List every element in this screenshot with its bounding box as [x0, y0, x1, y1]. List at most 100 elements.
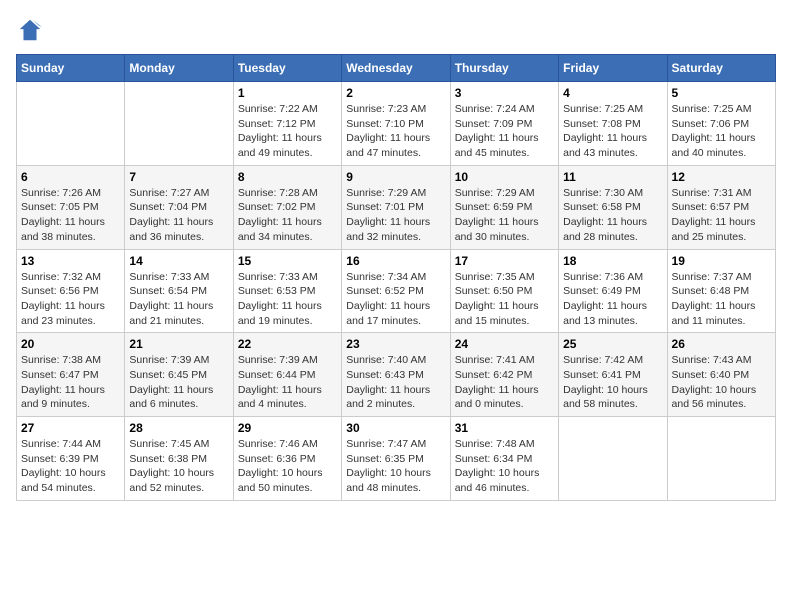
day-number: 25: [563, 337, 662, 351]
day-info: Sunrise: 7:32 AM Sunset: 6:56 PM Dayligh…: [21, 270, 120, 329]
day-info: Sunrise: 7:31 AM Sunset: 6:57 PM Dayligh…: [672, 186, 771, 245]
calendar-cell: 11 Sunrise: 7:30 AM Sunset: 6:58 PM Dayli…: [559, 165, 667, 249]
day-number: 26: [672, 337, 771, 351]
day-number: 11: [563, 170, 662, 184]
calendar-cell: 12 Sunrise: 7:31 AM Sunset: 6:57 PM Dayli…: [667, 165, 775, 249]
calendar-body: 1Sunrise: 7:22 AM Sunset: 7:12 PM Daylig…: [17, 82, 776, 501]
calendar-cell: 18 Sunrise: 7:36 AM Sunset: 6:49 PM Dayli…: [559, 249, 667, 333]
calendar-cell: 19 Sunrise: 7:37 AM Sunset: 6:48 PM Dayli…: [667, 249, 775, 333]
calendar-cell: [125, 82, 233, 166]
day-number: 24: [455, 337, 554, 351]
calendar-cell: 6 Sunrise: 7:26 AM Sunset: 7:05 PM Daylig…: [17, 165, 125, 249]
calendar-cell: 28 Sunrise: 7:45 AM Sunset: 6:38 PM Dayli…: [125, 417, 233, 501]
calendar-cell: 7Sunrise: 7:27 AM Sunset: 7:04 PM Daylig…: [125, 165, 233, 249]
day-number: 28: [129, 421, 228, 435]
calendar-week-5: 27Sunrise: 7:44 AM Sunset: 6:39 PM Dayli…: [17, 417, 776, 501]
day-info: Sunrise: 7:39 AM Sunset: 6:44 PM Dayligh…: [238, 353, 337, 412]
calendar-cell: 5 Sunrise: 7:25 AM Sunset: 7:06 PM Daylig…: [667, 82, 775, 166]
day-number: 5: [672, 86, 771, 100]
calendar-week-4: 20 Sunrise: 7:38 AM Sunset: 6:47 PM Dayli…: [17, 333, 776, 417]
day-info: Sunrise: 7:29 AM Sunset: 6:59 PM Dayligh…: [455, 186, 554, 245]
calendar-cell: 23 Sunrise: 7:40 AM Sunset: 6:43 PM Dayli…: [342, 333, 450, 417]
calendar-cell: 22 Sunrise: 7:39 AM Sunset: 6:44 PM Dayli…: [233, 333, 341, 417]
day-number: 18: [563, 254, 662, 268]
day-info: Sunrise: 7:35 AM Sunset: 6:50 PM Dayligh…: [455, 270, 554, 329]
day-info: Sunrise: 7:48 AM Sunset: 6:34 PM Dayligh…: [455, 437, 554, 496]
day-info: Sunrise: 7:25 AM Sunset: 7:08 PM Dayligh…: [563, 102, 662, 161]
day-number: 8: [238, 170, 337, 184]
calendar-cell: 9Sunrise: 7:29 AM Sunset: 7:01 PM Daylig…: [342, 165, 450, 249]
day-info: Sunrise: 7:45 AM Sunset: 6:38 PM Dayligh…: [129, 437, 228, 496]
day-info: Sunrise: 7:26 AM Sunset: 7:05 PM Dayligh…: [21, 186, 120, 245]
day-info: Sunrise: 7:38 AM Sunset: 6:47 PM Dayligh…: [21, 353, 120, 412]
calendar-cell: 27Sunrise: 7:44 AM Sunset: 6:39 PM Dayli…: [17, 417, 125, 501]
day-number: 17: [455, 254, 554, 268]
day-number: 4: [563, 86, 662, 100]
day-number: 3: [455, 86, 554, 100]
day-info: Sunrise: 7:46 AM Sunset: 6:36 PM Dayligh…: [238, 437, 337, 496]
day-number: 13: [21, 254, 120, 268]
calendar-cell: 4 Sunrise: 7:25 AM Sunset: 7:08 PM Daylig…: [559, 82, 667, 166]
day-info: Sunrise: 7:36 AM Sunset: 6:49 PM Dayligh…: [563, 270, 662, 329]
weekday-thursday: Thursday: [450, 55, 558, 82]
weekday-monday: Monday: [125, 55, 233, 82]
calendar-cell: 3 Sunrise: 7:24 AM Sunset: 7:09 PM Daylig…: [450, 82, 558, 166]
logo: [16, 16, 48, 44]
day-number: 6: [21, 170, 120, 184]
day-info: Sunrise: 7:47 AM Sunset: 6:35 PM Dayligh…: [346, 437, 445, 496]
day-info: Sunrise: 7:30 AM Sunset: 6:58 PM Dayligh…: [563, 186, 662, 245]
calendar-cell: 10Sunrise: 7:29 AM Sunset: 6:59 PM Dayli…: [450, 165, 558, 249]
calendar-cell: 15 Sunrise: 7:33 AM Sunset: 6:53 PM Dayli…: [233, 249, 341, 333]
day-number: 21: [129, 337, 228, 351]
calendar-cell: 20 Sunrise: 7:38 AM Sunset: 6:47 PM Dayli…: [17, 333, 125, 417]
weekday-header-row: SundayMondayTuesdayWednesdayThursdayFrid…: [17, 55, 776, 82]
day-number: 30: [346, 421, 445, 435]
day-info: Sunrise: 7:22 AM Sunset: 7:12 PM Dayligh…: [238, 102, 337, 161]
weekday-friday: Friday: [559, 55, 667, 82]
weekday-saturday: Saturday: [667, 55, 775, 82]
calendar-cell: [559, 417, 667, 501]
calendar-cell: 26Sunrise: 7:43 AM Sunset: 6:40 PM Dayli…: [667, 333, 775, 417]
logo-icon: [16, 16, 44, 44]
day-number: 19: [672, 254, 771, 268]
calendar-cell: 1Sunrise: 7:22 AM Sunset: 7:12 PM Daylig…: [233, 82, 341, 166]
calendar-cell: 2Sunrise: 7:23 AM Sunset: 7:10 PM Daylig…: [342, 82, 450, 166]
day-info: Sunrise: 7:42 AM Sunset: 6:41 PM Dayligh…: [563, 353, 662, 412]
day-info: Sunrise: 7:34 AM Sunset: 6:52 PM Dayligh…: [346, 270, 445, 329]
day-info: Sunrise: 7:33 AM Sunset: 6:54 PM Dayligh…: [129, 270, 228, 329]
calendar-week-2: 6 Sunrise: 7:26 AM Sunset: 7:05 PM Daylig…: [17, 165, 776, 249]
day-number: 27: [21, 421, 120, 435]
day-info: Sunrise: 7:37 AM Sunset: 6:48 PM Dayligh…: [672, 270, 771, 329]
calendar-cell: 17 Sunrise: 7:35 AM Sunset: 6:50 PM Dayli…: [450, 249, 558, 333]
calendar-week-1: 1Sunrise: 7:22 AM Sunset: 7:12 PM Daylig…: [17, 82, 776, 166]
day-info: Sunrise: 7:40 AM Sunset: 6:43 PM Dayligh…: [346, 353, 445, 412]
day-info: Sunrise: 7:25 AM Sunset: 7:06 PM Dayligh…: [672, 102, 771, 161]
day-info: Sunrise: 7:39 AM Sunset: 6:45 PM Dayligh…: [129, 353, 228, 412]
day-number: 12: [672, 170, 771, 184]
calendar-week-3: 13 Sunrise: 7:32 AM Sunset: 6:56 PM Dayli…: [17, 249, 776, 333]
calendar-cell: 29Sunrise: 7:46 AM Sunset: 6:36 PM Dayli…: [233, 417, 341, 501]
day-number: 20: [21, 337, 120, 351]
calendar-cell: [667, 417, 775, 501]
day-number: 15: [238, 254, 337, 268]
day-info: Sunrise: 7:28 AM Sunset: 7:02 PM Dayligh…: [238, 186, 337, 245]
day-number: 23: [346, 337, 445, 351]
day-number: 22: [238, 337, 337, 351]
calendar-cell: 8 Sunrise: 7:28 AM Sunset: 7:02 PM Daylig…: [233, 165, 341, 249]
page-header: [16, 16, 776, 44]
calendar-cell: 31 Sunrise: 7:48 AM Sunset: 6:34 PM Dayli…: [450, 417, 558, 501]
day-info: Sunrise: 7:24 AM Sunset: 7:09 PM Dayligh…: [455, 102, 554, 161]
calendar-cell: [17, 82, 125, 166]
calendar-cell: 25 Sunrise: 7:42 AM Sunset: 6:41 PM Dayli…: [559, 333, 667, 417]
day-info: Sunrise: 7:29 AM Sunset: 7:01 PM Dayligh…: [346, 186, 445, 245]
calendar-cell: 13 Sunrise: 7:32 AM Sunset: 6:56 PM Dayli…: [17, 249, 125, 333]
day-number: 7: [129, 170, 228, 184]
weekday-wednesday: Wednesday: [342, 55, 450, 82]
calendar-cell: 16 Sunrise: 7:34 AM Sunset: 6:52 PM Dayli…: [342, 249, 450, 333]
calendar-cell: 24Sunrise: 7:41 AM Sunset: 6:42 PM Dayli…: [450, 333, 558, 417]
calendar-table: SundayMondayTuesdayWednesdayThursdayFrid…: [16, 54, 776, 501]
day-info: Sunrise: 7:33 AM Sunset: 6:53 PM Dayligh…: [238, 270, 337, 329]
day-number: 16: [346, 254, 445, 268]
weekday-sunday: Sunday: [17, 55, 125, 82]
day-number: 31: [455, 421, 554, 435]
